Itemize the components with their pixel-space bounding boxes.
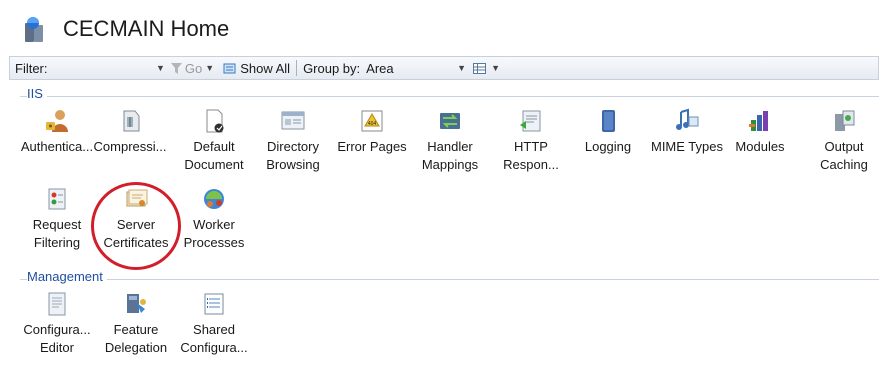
filter-dropdown-icon[interactable]: ▼ [156, 63, 165, 73]
iis-section-divider [20, 96, 879, 97]
highlight-circle-annotation [91, 182, 181, 270]
worker-processes-icon [204, 189, 224, 209]
worker-processes-item[interactable]: Worker Processes [173, 186, 255, 252]
page-header: CECMAIN Home [0, 0, 884, 56]
configuration-editor-item[interactable]: Configura... Editor [16, 291, 98, 357]
iis-section-label: IIS [27, 86, 47, 101]
toolbar-separator [296, 60, 298, 76]
filter-label: Filter: [15, 60, 48, 76]
item-label: Feature Delegation [104, 322, 168, 355]
item-label: HTTP Respon... [503, 139, 559, 172]
directory-browsing-icon [281, 111, 305, 130]
iis-server-icon [25, 17, 43, 42]
mime-types-icon [676, 108, 699, 130]
feature-delegation-item[interactable]: Feature Delegation [95, 291, 177, 357]
item-label: Handler Mappings [421, 139, 479, 172]
directory-browsing-item[interactable]: Directory Browsing [252, 108, 334, 174]
go-label: Go [184, 60, 203, 76]
go-button[interactable]: Go [170, 60, 203, 76]
show-all-icon [223, 63, 236, 74]
mime-types-item[interactable]: MIME Types [646, 108, 728, 156]
show-all-button[interactable]: Show All [223, 61, 290, 76]
item-label: Directory Browsing [266, 139, 320, 172]
handler-mappings-item[interactable]: Handler Mappings [409, 108, 491, 174]
shared-configuration-item[interactable]: Shared Configura... [173, 291, 255, 357]
go-dropdown-icon[interactable]: ▼ [205, 63, 214, 73]
modules-icon [749, 111, 768, 131]
item-label: Modules [735, 139, 785, 154]
item-label: Request Filtering [32, 217, 82, 250]
filter-input[interactable] [53, 58, 153, 78]
view-grid-icon [473, 62, 487, 74]
item-label: Worker Processes [183, 217, 245, 250]
logging-item[interactable]: Logging [567, 108, 649, 156]
authentication-item[interactable]: Authentica... [16, 108, 98, 156]
item-label: Error Pages [337, 139, 407, 154]
default-document-item[interactable]: Default Document [173, 108, 255, 174]
feature-delegation-icon [127, 294, 146, 313]
handler-mappings-icon [440, 113, 460, 129]
configuration-editor-icon [48, 292, 66, 316]
logging-icon [602, 110, 615, 132]
group-by-select[interactable]: Area [366, 61, 454, 76]
http-response-headers-item[interactable]: HTTP Respon... [490, 108, 572, 174]
item-label: Logging [584, 139, 632, 154]
error-pages-icon: 404 [361, 110, 383, 132]
default-document-icon [206, 109, 224, 133]
item-label: Shared Configura... [180, 322, 248, 355]
authentication-icon [46, 110, 68, 132]
item-label: Output Caching [820, 139, 868, 172]
modules-item[interactable]: Modules [719, 108, 801, 156]
item-label: MIME Types [650, 139, 723, 154]
output-caching-icon [835, 110, 855, 131]
group-by-dropdown-icon[interactable]: ▼ [457, 63, 466, 73]
item-label: Compressi... [93, 139, 167, 154]
request-filtering-item[interactable]: Request Filtering [16, 186, 98, 252]
filter-toolbar: Filter: ▼ Go ▼ Show All Group by: Area ▼… [9, 56, 879, 80]
funnel-icon [170, 62, 182, 74]
item-label: Default Document [184, 139, 244, 172]
view-dropdown-icon: ▼ [491, 63, 500, 73]
management-section-divider [20, 279, 879, 280]
shared-configuration-icon [204, 293, 224, 315]
error-404-badge: 404 [368, 121, 377, 127]
error-pages-item[interactable]: 404 Error Pages [331, 108, 413, 156]
http-response-headers-icon [520, 110, 541, 132]
compression-item[interactable]: Compressi... [89, 108, 171, 156]
view-button[interactable]: ▼ [473, 62, 503, 74]
group-by-label: Group by: [303, 60, 361, 76]
show-all-label: Show All [240, 60, 291, 76]
item-label: Authentica... [20, 139, 94, 154]
compression-icon [123, 110, 140, 132]
management-section-label: Management [27, 269, 107, 284]
request-filtering-icon [48, 188, 66, 210]
output-caching-item[interactable]: Output Caching [803, 108, 884, 174]
item-label: Configura... Editor [23, 322, 91, 355]
page-title: CECMAIN Home [63, 16, 230, 41]
